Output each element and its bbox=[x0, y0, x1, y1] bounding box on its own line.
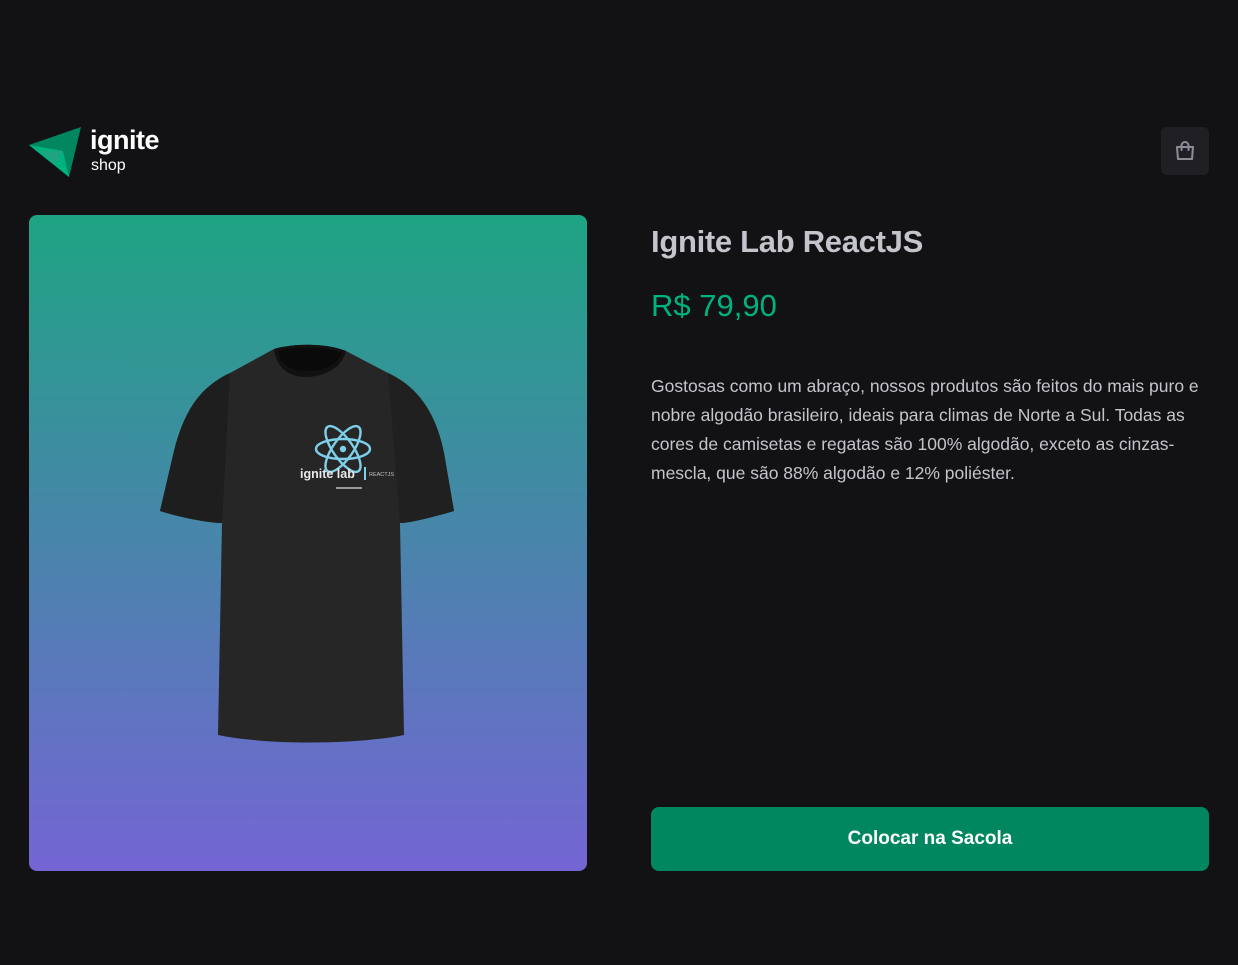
logo-wordmark: ignite shop bbox=[90, 125, 160, 174]
product-price: R$ 79,90 bbox=[651, 288, 777, 323]
add-to-bag-button[interactable]: Colocar na Sacola bbox=[651, 807, 1209, 871]
product-print-subtext: REACTJS bbox=[369, 472, 394, 478]
header: ignite shop bbox=[29, 125, 1209, 181]
product-details: Ignite Lab ReactJS R$ 79,90 Gostosas com… bbox=[651, 215, 1209, 871]
product-page: ignite shop ignite lab REACTJS Ignite La… bbox=[0, 0, 1238, 965]
logo-subtitle: shop bbox=[91, 157, 126, 174]
logo-title: ignite bbox=[90, 125, 160, 155]
shopping-bag-icon bbox=[1176, 141, 1194, 160]
product-print-text: ignite lab bbox=[300, 467, 355, 481]
cart-button[interactable] bbox=[1161, 127, 1209, 175]
product-image-container: ignite lab REACTJS bbox=[29, 215, 587, 871]
product-image: ignite lab REACTJS bbox=[160, 344, 454, 743]
product-description: Gostosas como um abraço, nossos produtos… bbox=[651, 376, 1199, 483]
logo-link[interactable]: ignite shop bbox=[29, 125, 169, 181]
product-title: Ignite Lab ReactJS bbox=[651, 224, 923, 259]
ignite-logo-icon bbox=[29, 127, 81, 177]
